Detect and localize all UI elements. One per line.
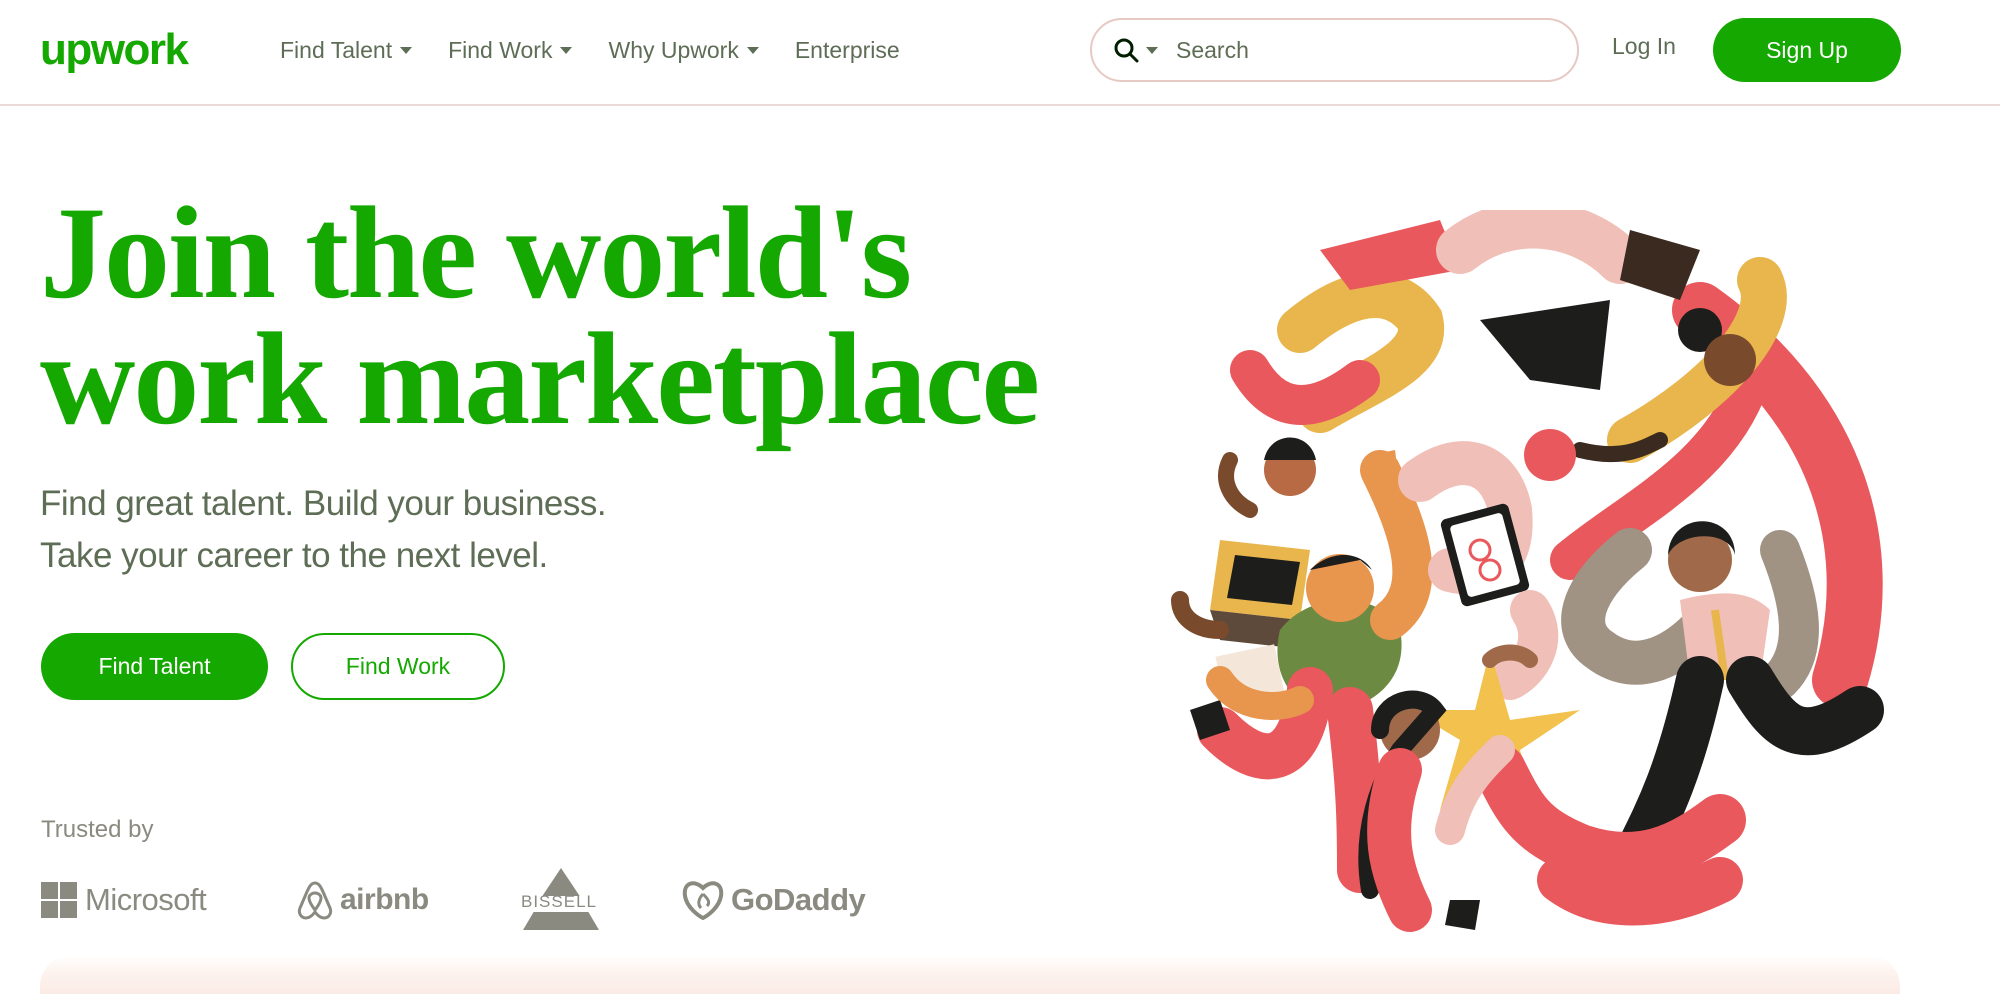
hero-title: Join the world's work marketplace [40, 179, 1140, 452]
login-link[interactable]: Log In [1612, 33, 1676, 60]
microsoft-logo-text: Microsoft [85, 882, 207, 917]
nav-enterprise-label: Enterprise [794, 36, 900, 63]
microsoft-logo: Microsoft [41, 868, 207, 932]
microsoft-windows-icon [41, 882, 77, 918]
nav-enterprise[interactable]: Enterprise [795, 37, 900, 64]
nav-find-talent-label: Find Talent [280, 36, 393, 63]
chevron-down-icon [560, 46, 573, 54]
hero-subtitle-line2: Take your career to the next level. [40, 536, 548, 575]
godaddy-logo: GoDaddy [681, 868, 866, 932]
airbnb-belo-icon [297, 881, 333, 920]
search-type-dropdown-icon[interactable] [1146, 46, 1158, 54]
hero-illustration [1171, 210, 1884, 932]
chevron-down-icon [746, 46, 759, 54]
trusted-by-label: Trusted by [41, 816, 154, 843]
bissell-logo: BISSELL [511, 868, 611, 932]
find-talent-button[interactable]: Find Talent [41, 633, 268, 700]
nav-why-upwork[interactable]: Why Upwork [608, 36, 759, 64]
godaddy-logo-text: GoDaddy [731, 882, 866, 917]
hero-subtitle: Find great talent. Build your business. … [40, 478, 607, 582]
search-bar[interactable] [1090, 18, 1579, 82]
airbnb-logo-text: airbnb [340, 883, 429, 916]
godaddy-icon [682, 881, 724, 920]
signup-button[interactable]: Sign Up [1713, 18, 1901, 82]
nav-find-work-label: Find Work [448, 36, 553, 63]
search-icon[interactable] [1110, 34, 1142, 66]
nav-why-upwork-label: Why Upwork [608, 36, 739, 63]
main-nav: Find Talent Find Work Why Upwork Enterpr… [280, 30, 936, 70]
search-input[interactable] [1176, 36, 1536, 64]
airbnb-logo: airbnb [296, 868, 429, 932]
hero-title-line1: Join the world's [40, 179, 912, 326]
nav-find-talent[interactable]: Find Talent [280, 36, 413, 64]
hero-title-line2: work marketplace [40, 305, 1040, 452]
upwork-logo[interactable]: upwork [40, 26, 215, 80]
hero-subtitle-line1: Find great talent. Build your business. [40, 484, 607, 523]
chevron-down-icon [400, 46, 413, 54]
top-nav-bar: upwork Find Talent Find Work Why Upwork … [0, 0, 2000, 106]
logo-text: upwork [40, 26, 189, 74]
find-work-button[interactable]: Find Work [291, 633, 505, 700]
nav-find-work[interactable]: Find Work [448, 36, 573, 64]
bissell-logo-text: BISSELL [521, 892, 597, 911]
next-section-preview [40, 956, 1900, 994]
